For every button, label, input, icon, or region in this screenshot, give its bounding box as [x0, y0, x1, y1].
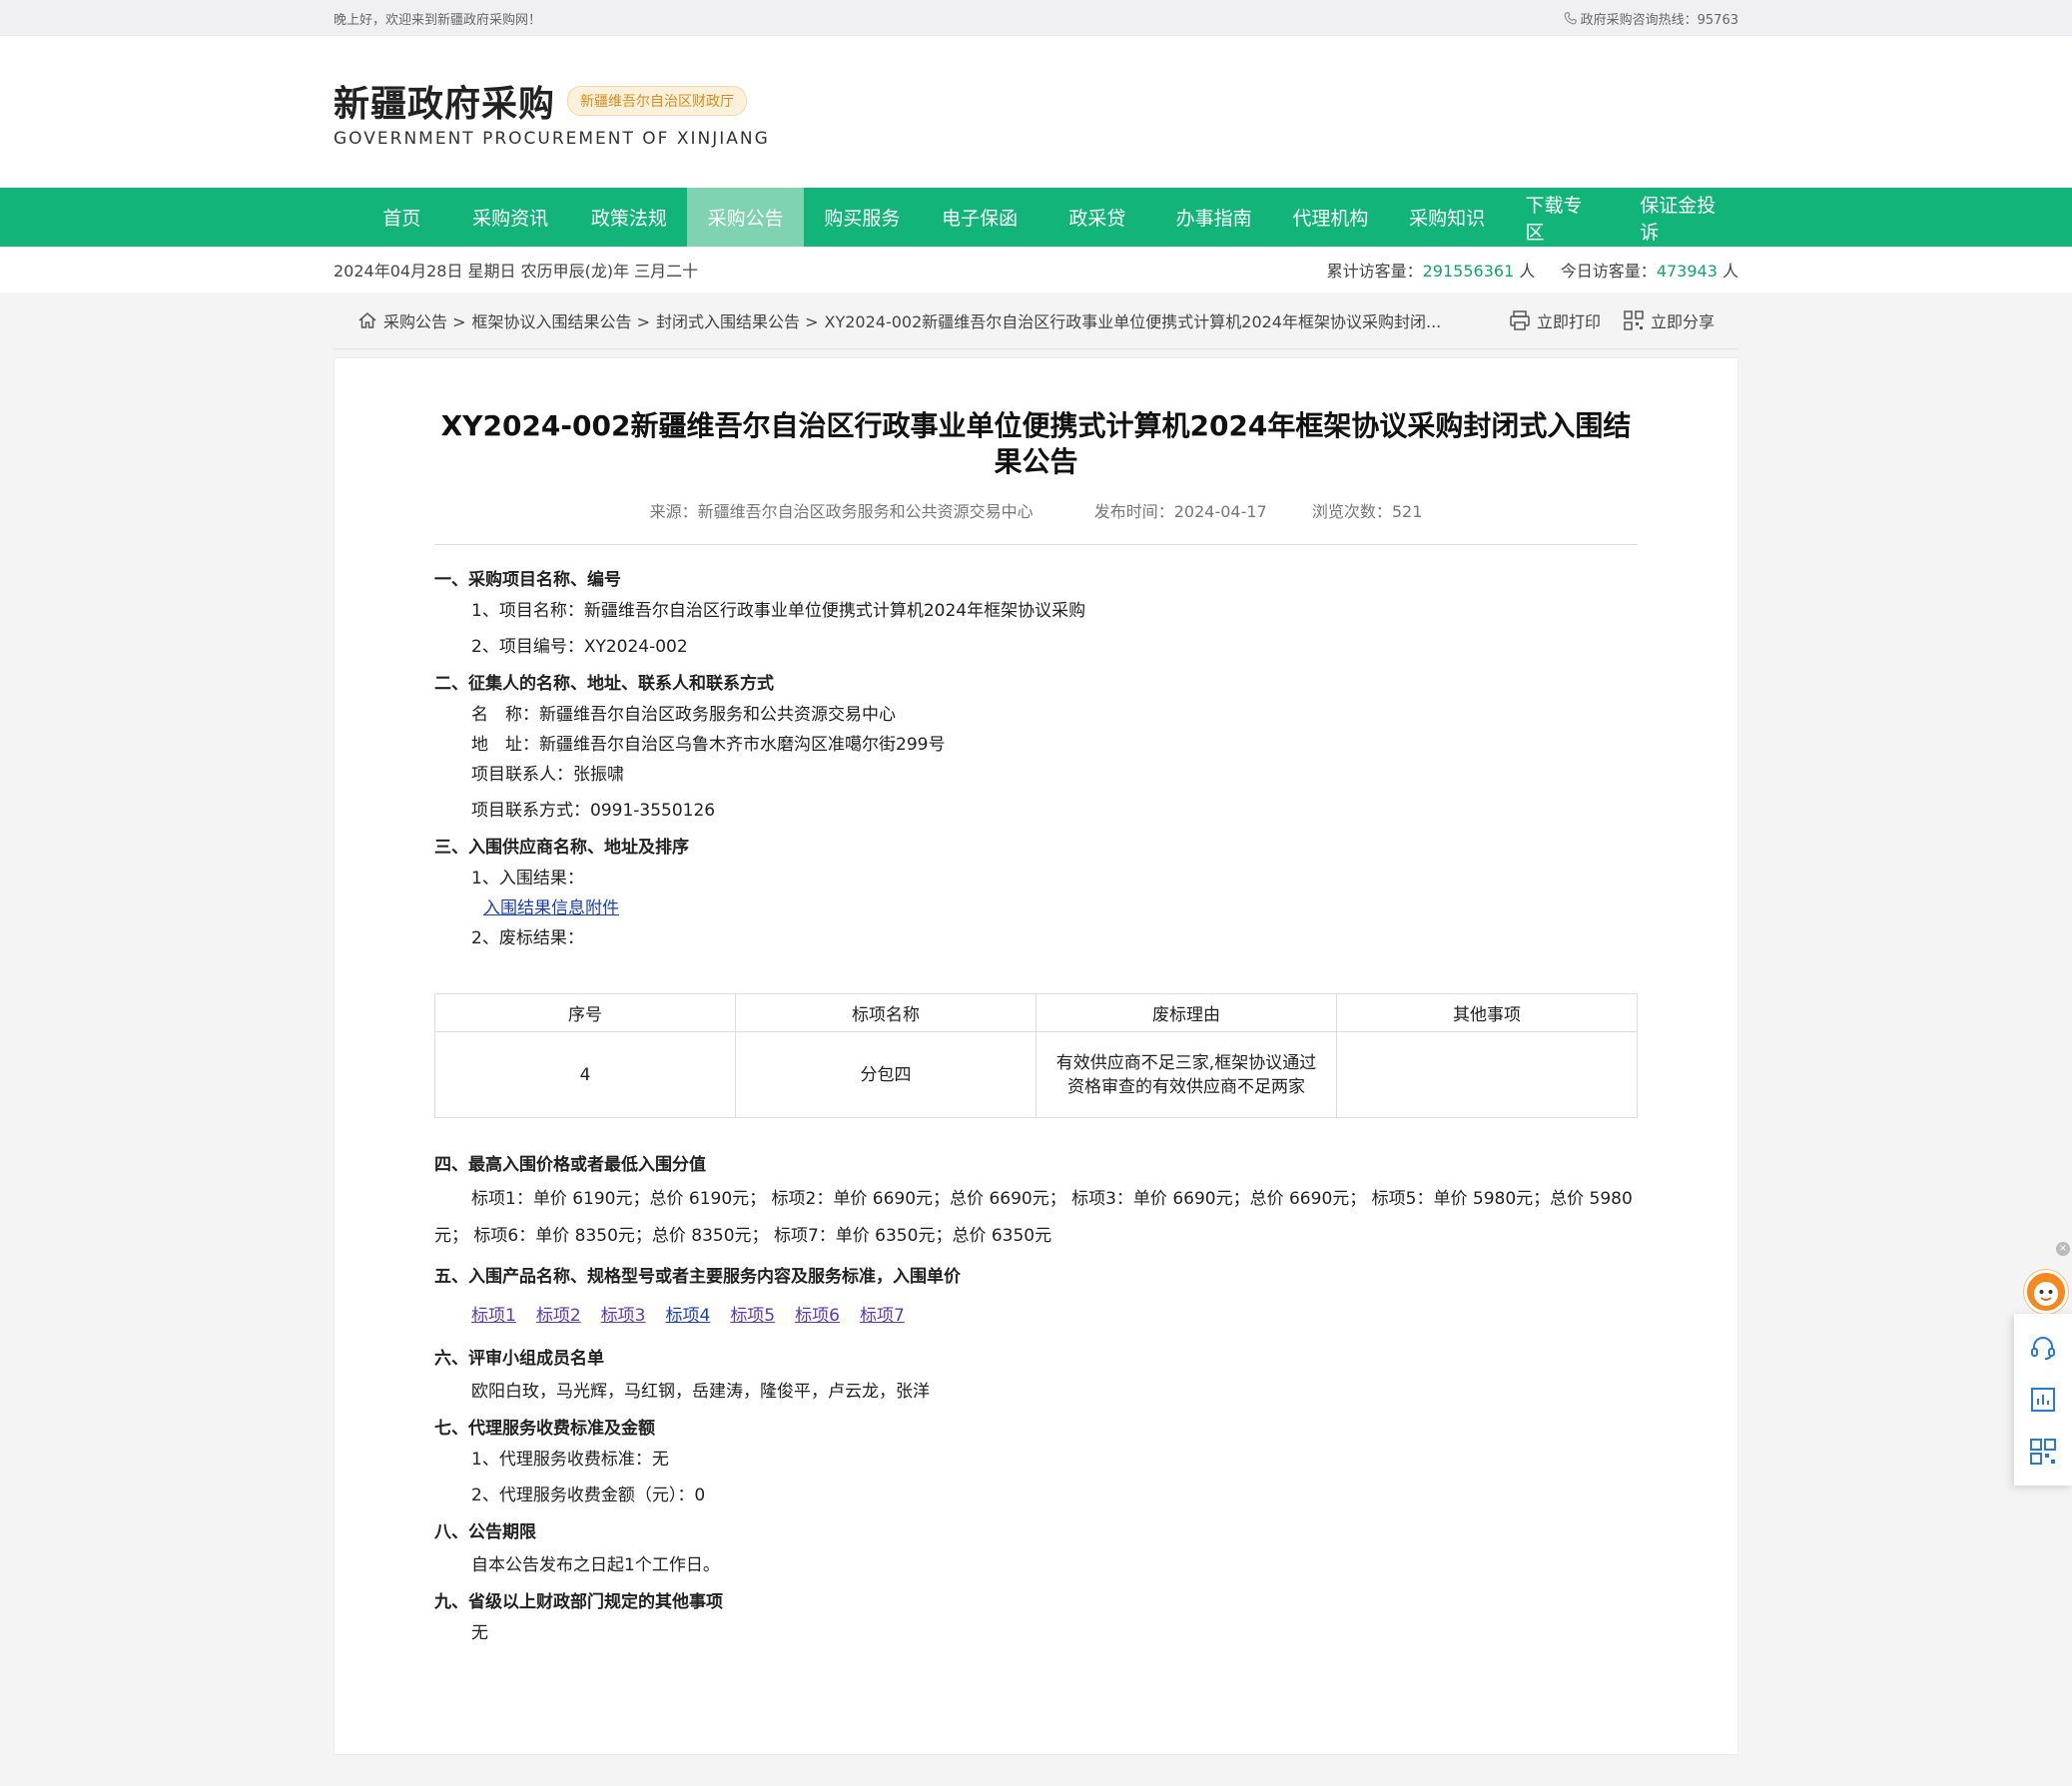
chart-icon[interactable]: [2028, 1385, 2058, 1415]
nav-agencies[interactable]: 代理机构: [1272, 188, 1389, 247]
visitor-counts: 累计访客量：291556361 人 今日访客量：473943 人: [1326, 262, 1738, 281]
section-heading: 七、代理服务收费标准及金额: [434, 1419, 655, 1439]
article-meta: 来源：新疆维吾尔自治区政务服务和公共资源交易中心 发布时间：2024-04-17…: [434, 498, 1638, 545]
article-body: 一、采购项目名称、编号 1、项目名称：新疆维吾尔自治区行政事业单位便携式计算机2…: [434, 565, 1638, 1648]
info-bar: 2024年04月28日 星期日 农历甲辰(龙)年 三月二十 累计访客量：2915…: [0, 247, 2072, 293]
nav-home[interactable]: 首页: [353, 188, 450, 247]
breadcrumb: 采购公告 > 框架协议入围结果公告 > 封闭式入围结果公告 > XY2024-0…: [357, 308, 1441, 332]
paragraph: 1、入围结果：: [471, 869, 584, 889]
section-heading: 四、最高入围价格或者最低入围分值: [434, 1155, 706, 1175]
side-panel: [2014, 1314, 2072, 1486]
nav-downloads[interactable]: 下载专区: [1506, 188, 1621, 247]
nav-guide[interactable]: 办事指南: [1155, 188, 1272, 247]
article-title: XY2024-002新疆维吾尔自治区行政事业单位便携式计算机2024年框架协议采…: [440, 409, 1632, 478]
paragraph: 1、代理服务收费标准：无: [471, 1450, 669, 1470]
lot-link-6[interactable]: 标项6: [795, 1301, 840, 1326]
nav-e-guarantee[interactable]: 电子保函: [921, 188, 1039, 247]
table-header: 其他事项: [1336, 993, 1638, 1032]
table-cell: 有效供应商不足三家,框架协议通过资格审查的有效供应商不足两家: [1036, 1031, 1337, 1118]
lot-link-5[interactable]: 标项5: [730, 1301, 775, 1326]
article-source: 来源：新疆维吾尔自治区政务服务和公共资源交易中心: [649, 502, 1034, 521]
lot-links: 标项1 标项2 标项3 标项4 标项5 标项6 标项7: [471, 1301, 1638, 1326]
mascot-icon[interactable]: [2024, 1270, 2068, 1314]
paragraph: 1、项目名称：新疆维吾尔自治区行政事业单位便携式计算机2024年框架协议采购: [471, 601, 1086, 621]
failed-bid-table: 序号 标项名称 废标理由 其他事项 4 分包四 有效供应商不足三家,框架协议通过…: [434, 993, 1638, 1118]
article-views: 浏览次数：521: [1311, 502, 1423, 521]
paragraph: 项目联系人：张振啸: [471, 765, 624, 785]
paragraph: 2、废标结果：: [471, 928, 584, 948]
nav-deposit-complaint[interactable]: 保证金投诉: [1620, 188, 1738, 247]
nav-purchase-service[interactable]: 购买服务: [804, 188, 921, 247]
table-header: 废标理由: [1036, 993, 1337, 1032]
logo[interactable]: 新疆政府采购 新疆维吾尔自治区财政厅: [334, 75, 1738, 127]
qrcode-side-icon[interactable]: [2028, 1437, 2058, 1467]
share-label: 立即分享: [1650, 312, 1715, 331]
article-card: XY2024-002新疆维吾尔自治区行政事业单位便携式计算机2024年框架协议采…: [334, 357, 1738, 1755]
logo-subtitle: GOVERNMENT PROCUREMENT OF XINJIANG: [334, 129, 770, 149]
top-bar: 晚上好，欢迎来到新疆政府采购网！ 政府采购咨询热线：95763: [0, 0, 2072, 36]
hotline: 政府采购咨询热线：95763: [1564, 9, 1738, 28]
paragraph: 欧阳白玫，马光辉，马红钢，岳建涛，隆俊平，卢云龙，张洋: [471, 1382, 930, 1402]
paragraph: 无: [471, 1623, 488, 1643]
table-cell: [1336, 1031, 1638, 1118]
table-cell: 4: [434, 1031, 736, 1118]
article-tools: 立即打印 立即分享: [1509, 308, 1715, 332]
article-publish-time: 发布时间：2024-04-17: [1093, 502, 1267, 521]
table-header: 标项名称: [735, 993, 1036, 1032]
lot-link-3[interactable]: 标项3: [601, 1301, 646, 1326]
section-heading: 三、入围供应商名称、地址及排序: [434, 838, 689, 858]
lot-link-2[interactable]: 标项2: [536, 1301, 581, 1326]
table-row: 4 分包四 有效供应商不足三家,框架协议通过资格审查的有效供应商不足两家: [434, 1031, 1638, 1118]
phone-icon: [1564, 11, 1577, 24]
paragraph: 名 称：新疆维吾尔自治区政务服务和公共资源交易中心: [471, 705, 896, 725]
lot-link-1[interactable]: 标项1: [471, 1301, 516, 1326]
nav-procurement-notice[interactable]: 采购公告: [687, 188, 805, 247]
nav-policy[interactable]: 政策法规: [571, 188, 688, 247]
paragraph: 地 址：新疆维吾尔自治区乌鲁木齐市水磨沟区准噶尔街299号: [471, 735, 946, 755]
paragraph: 自本公告发布之日起1个工作日。: [471, 1555, 720, 1575]
paragraph: 2、代理服务收费金额（元）：0: [471, 1486, 706, 1505]
section-heading: 六、评审小组成员名单: [434, 1349, 604, 1369]
table-header: 序号: [434, 993, 736, 1032]
main-nav: 首页 采购资讯 政策法规 采购公告 购买服务 电子保函 政采贷 办事指南 代理机…: [0, 188, 2072, 247]
today-visitors: 473943: [1656, 262, 1718, 281]
print-button[interactable]: 立即打印: [1509, 308, 1601, 332]
current-date: 2024年04月28日 星期日 农历甲辰(龙)年 三月二十: [334, 262, 699, 281]
hotline-text: 政府采购咨询热线：95763: [1580, 12, 1738, 28]
printer-icon: [1510, 310, 1530, 330]
paragraph: 2、项目编号：XY2024-002: [471, 637, 688, 657]
table-header-row: 序号 标项名称 废标理由 其他事项: [434, 993, 1638, 1032]
breadcrumb-current: XY2024-002新疆维吾尔自治区行政事业单位便携式计算机2024年框架协议采…: [824, 312, 1442, 331]
greeting-text: 晚上好，欢迎来到新疆政府采购网！: [334, 12, 542, 28]
print-label: 立即打印: [1536, 312, 1601, 331]
home-icon[interactable]: [357, 310, 377, 330]
logo-badge: 新疆维吾尔自治区财政厅: [567, 86, 748, 116]
lot-link-7[interactable]: 标项7: [860, 1301, 905, 1326]
close-icon[interactable]: ×: [2056, 1242, 2070, 1256]
section-heading: 九、省级以上财政部门规定的其他事项: [434, 1592, 723, 1612]
breadcrumb-bar: 采购公告 > 框架协议入围结果公告 > 封闭式入围结果公告 > XY2024-0…: [0, 293, 2072, 348]
section-heading: 二、征集人的名称、地址、联系人和联系方式: [434, 674, 774, 694]
nav-procurement-news[interactable]: 采购资讯: [450, 188, 571, 247]
divider: [334, 348, 1738, 349]
breadcrumb-item[interactable]: 框架协议入围结果公告 >: [472, 308, 651, 332]
attachment-link[interactable]: 入围结果信息附件: [483, 898, 619, 918]
qrcode-icon: [1624, 310, 1644, 330]
share-button[interactable]: 立即分享: [1623, 308, 1715, 332]
nav-loan[interactable]: 政采贷: [1039, 188, 1156, 247]
section-heading: 八、公告期限: [434, 1522, 536, 1542]
logo-title: 新疆政府采购: [334, 84, 556, 125]
site-header: 新疆政府采购 新疆维吾尔自治区财政厅 GOVERNMENT PROCUREMEN…: [0, 36, 2072, 188]
breadcrumb-item[interactable]: 采购公告 >: [383, 308, 466, 332]
headset-icon[interactable]: [2028, 1333, 2058, 1363]
total-visitors: 291556361: [1422, 262, 1515, 281]
nav-knowledge[interactable]: 采购知识: [1389, 188, 1506, 247]
lot-link-4[interactable]: 标项4: [665, 1301, 710, 1326]
breadcrumb-item[interactable]: 封闭式入围结果公告 >: [656, 308, 819, 332]
paragraph: 项目联系方式：0991-3550126: [471, 801, 716, 821]
paragraph: 标项1：单价 6190元；总价 6190元； 标项2：单价 6690元；总价 6…: [434, 1189, 1633, 1246]
section-heading: 一、采购项目名称、编号: [434, 570, 621, 590]
table-cell: 分包四: [735, 1031, 1036, 1118]
section-heading: 五、入围产品名称、规格型号或者主要服务内容及服务标准，入围单价: [434, 1267, 961, 1287]
